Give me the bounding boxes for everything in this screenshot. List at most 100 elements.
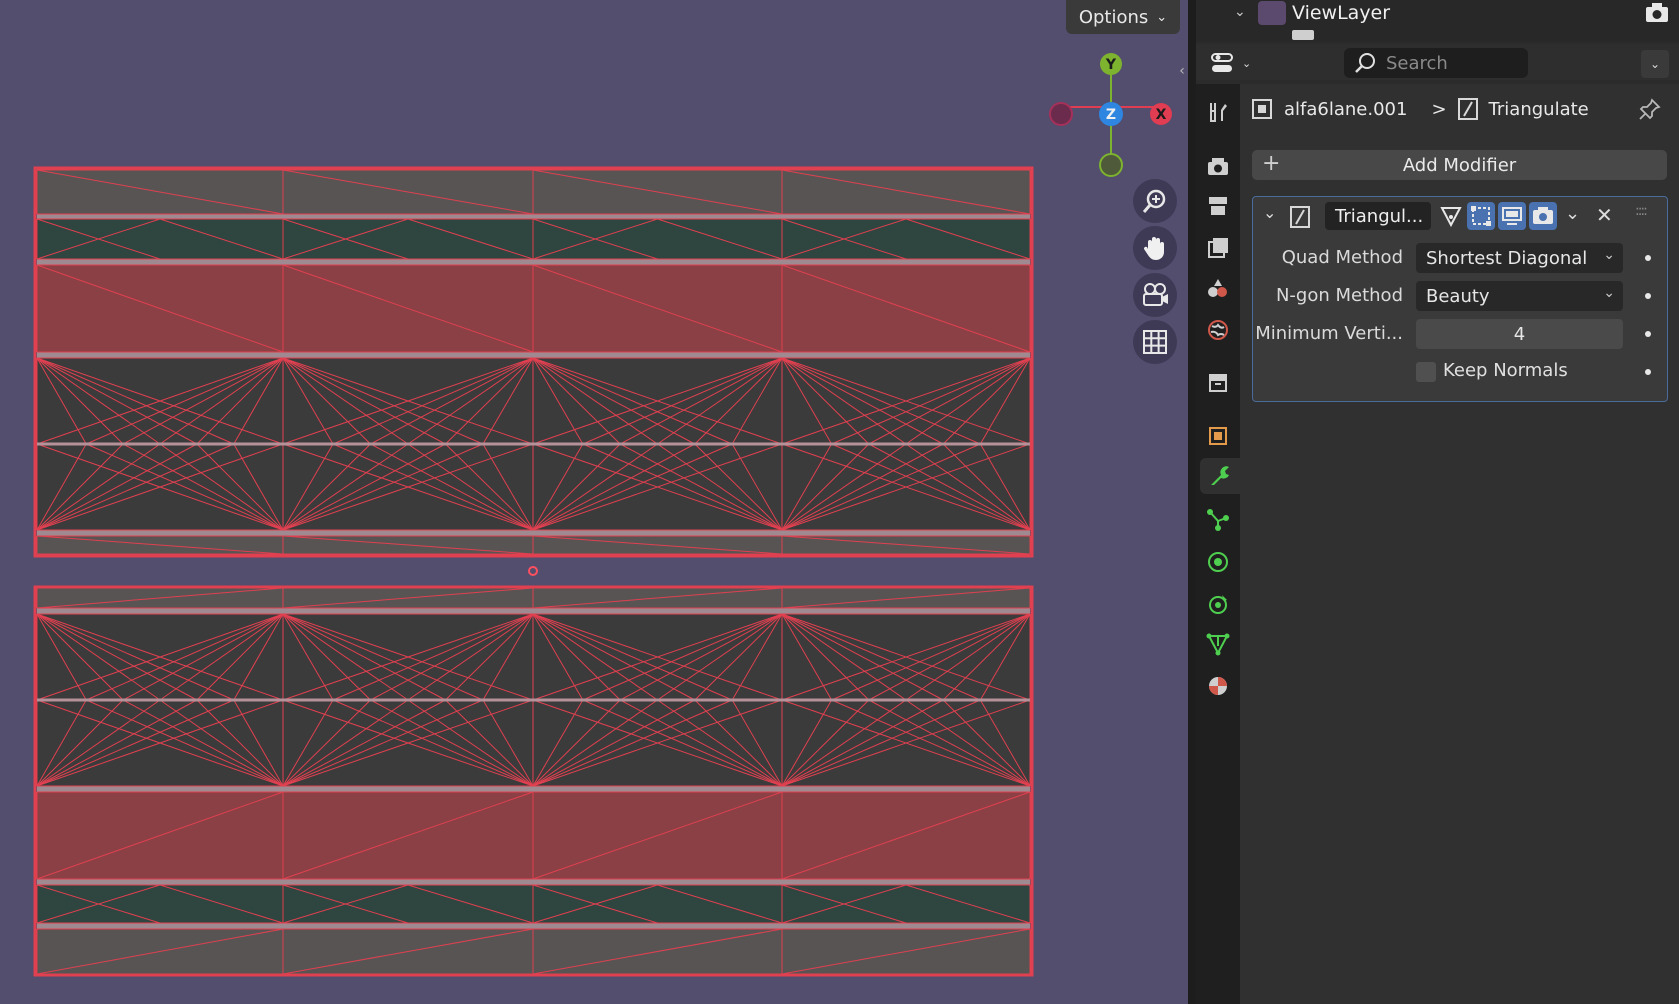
edit-mode-icon: [1440, 207, 1462, 227]
modifier-menu-chevron-icon[interactable]: ⌄: [1565, 203, 1580, 224]
minimum-vertices-field[interactable]: 4: [1416, 319, 1623, 349]
mesh-separator-strip: [37, 879, 1030, 885]
options-button[interactable]: Options ⌄: [1066, 0, 1180, 34]
tab-world[interactable]: [1200, 312, 1236, 348]
outliner[interactable]: ⌄ ViewLayer: [1196, 0, 1679, 42]
editor-type-button[interactable]: ⌄: [1210, 48, 1254, 78]
modifier-name-field[interactable]: Triangul...: [1325, 202, 1431, 230]
area-divider[interactable]: [1188, 0, 1196, 1004]
monitor-icon: [1502, 207, 1522, 225]
render-toggle[interactable]: [1529, 202, 1557, 230]
quad-method-dropdown[interactable]: Shortest Diagonal ⌄: [1416, 243, 1623, 273]
tool-icon: [1210, 103, 1227, 122]
physics-icon: [1208, 552, 1228, 572]
view-layer-icon: [1258, 1, 1286, 25]
tab-material[interactable]: [1200, 668, 1236, 704]
pin-icon[interactable]: [1639, 98, 1661, 120]
mesh-wireframe: [33, 166, 1034, 977]
mesh-separator-strip: [37, 530, 1030, 536]
gizmo-z-label: Z: [1106, 107, 1116, 123]
ngon-method-label: N-gon Method: [1275, 285, 1403, 306]
chevron-down-icon[interactable]: ⌄: [1234, 4, 1246, 20]
scene-icon: [1208, 279, 1227, 297]
quad-method-row: Quad Method Shortest Diagonal ⌄: [1253, 243, 1667, 273]
tab-object-data[interactable]: [1200, 626, 1236, 662]
object-origin-point[interactable]: [528, 566, 538, 576]
view-layer-icon: [1208, 238, 1228, 258]
breadcrumb-separator: >: [1431, 98, 1447, 120]
gizmo-y-label: Y: [1105, 57, 1117, 73]
drag-handle-icon[interactable]: ::::: [1635, 203, 1648, 219]
tab-particles[interactable]: [1200, 502, 1236, 538]
camera-view-icon: [1143, 283, 1168, 306]
zoom-button[interactable]: [1133, 179, 1177, 223]
constraints-icon: [1209, 595, 1227, 614]
animate-property-dot[interactable]: [1645, 255, 1651, 261]
tab-physics[interactable]: [1200, 544, 1236, 580]
ngon-method-dropdown[interactable]: Beauty ⌄: [1416, 281, 1623, 311]
render-camera-icon[interactable]: [1645, 2, 1669, 24]
view-layer-row[interactable]: ⌄ ViewLayer: [1196, 0, 1679, 28]
tab-modifiers[interactable]: [1200, 458, 1240, 494]
tab-output[interactable]: [1200, 188, 1236, 224]
close-icon[interactable]: ✕: [1596, 203, 1613, 227]
object-icon: [1252, 99, 1272, 119]
gizmo-x-label: X: [1156, 107, 1167, 123]
3d-viewport[interactable]: Options ⌄ ‹ Y X Z: [0, 0, 1188, 1004]
gizmo-neg-x-handle: [1049, 102, 1073, 126]
chevron-down-icon: ⌄: [1242, 56, 1252, 70]
mesh-separator-strip: [37, 923, 1030, 929]
world-icon: [1208, 320, 1228, 340]
grid-icon: [1143, 330, 1167, 354]
tab-collection[interactable]: [1200, 364, 1236, 400]
wrench-icon: [1211, 466, 1229, 485]
properties-editor-icon: [1211, 53, 1233, 72]
chevron-down-icon: ⌄: [1156, 9, 1168, 25]
mesh-separator-strip: [37, 608, 1030, 614]
ngon-method-value: Beauty: [1426, 285, 1490, 307]
add-modifier-button[interactable]: + Add Modifier: [1252, 150, 1667, 180]
edit-mode-toggle[interactable]: [1437, 202, 1465, 230]
camera-view-button[interactable]: [1133, 273, 1177, 317]
collection-icon: [1292, 30, 1314, 40]
properties-tabs: [1196, 84, 1240, 1004]
tab-constraints[interactable]: [1200, 586, 1236, 622]
on-cage-toggle[interactable]: [1467, 202, 1495, 230]
perspective-toggle-button[interactable]: [1133, 320, 1177, 364]
ngon-method-row: N-gon Method Beauty ⌄: [1253, 281, 1667, 311]
keep-normals-label[interactable]: Keep Normals: [1443, 360, 1568, 381]
mesh-data-icon: [1206, 633, 1230, 656]
triangulate-modifier-panel: ⌄ Triangul... ⌄ ✕ :::: Quad Method Short…: [1252, 196, 1668, 402]
properties-main: alfa6lane.001 > Triangulate + Add Modifi…: [1240, 84, 1679, 1004]
particles-icon: [1207, 509, 1229, 531]
minimum-vertices-row: Minimum Verti... 4: [1253, 319, 1667, 349]
animate-property-dot[interactable]: [1645, 369, 1651, 375]
breadcrumb: alfa6lane.001 > Triangulate: [1250, 94, 1670, 124]
pan-button[interactable]: [1133, 226, 1177, 270]
gizmo-neg-y-handle: [1099, 153, 1123, 177]
hand-icon: [1143, 237, 1164, 260]
tab-scene[interactable]: [1200, 270, 1236, 306]
keep-normals-checkbox[interactable]: [1416, 362, 1436, 382]
quad-method-label: Quad Method: [1281, 247, 1403, 268]
tab-render[interactable]: [1200, 148, 1236, 184]
plus-icon: +: [1262, 151, 1281, 176]
viewport-display-toggle[interactable]: [1498, 202, 1526, 230]
animate-property-dot[interactable]: [1645, 331, 1651, 337]
triangulate-modifier-icon: [1290, 206, 1310, 228]
breadcrumb-modifier-name: Triangulate: [1488, 98, 1589, 120]
mesh-separator-strip: [37, 259, 1030, 265]
mesh-separator-strip: [37, 352, 1030, 358]
panel-collapse-chevron-icon[interactable]: ⌄: [1263, 203, 1276, 222]
properties-search-input[interactable]: Search: [1344, 48, 1528, 78]
tab-object[interactable]: [1200, 418, 1236, 454]
tab-view-layer[interactable]: [1200, 230, 1236, 266]
navigation-gizmo[interactable]: Y X Z: [1040, 52, 1180, 184]
minimum-vertices-label: Minimum Verti...: [1255, 323, 1403, 344]
options-dropdown-button[interactable]: ⌄: [1641, 50, 1669, 78]
animate-property-dot[interactable]: [1645, 293, 1651, 299]
on-cage-icon: [1471, 206, 1491, 226]
breadcrumb-object-name: alfa6lane.001: [1284, 98, 1408, 120]
tab-tool[interactable]: [1200, 94, 1236, 130]
keep-normals-row: Keep Normals: [1253, 357, 1667, 387]
